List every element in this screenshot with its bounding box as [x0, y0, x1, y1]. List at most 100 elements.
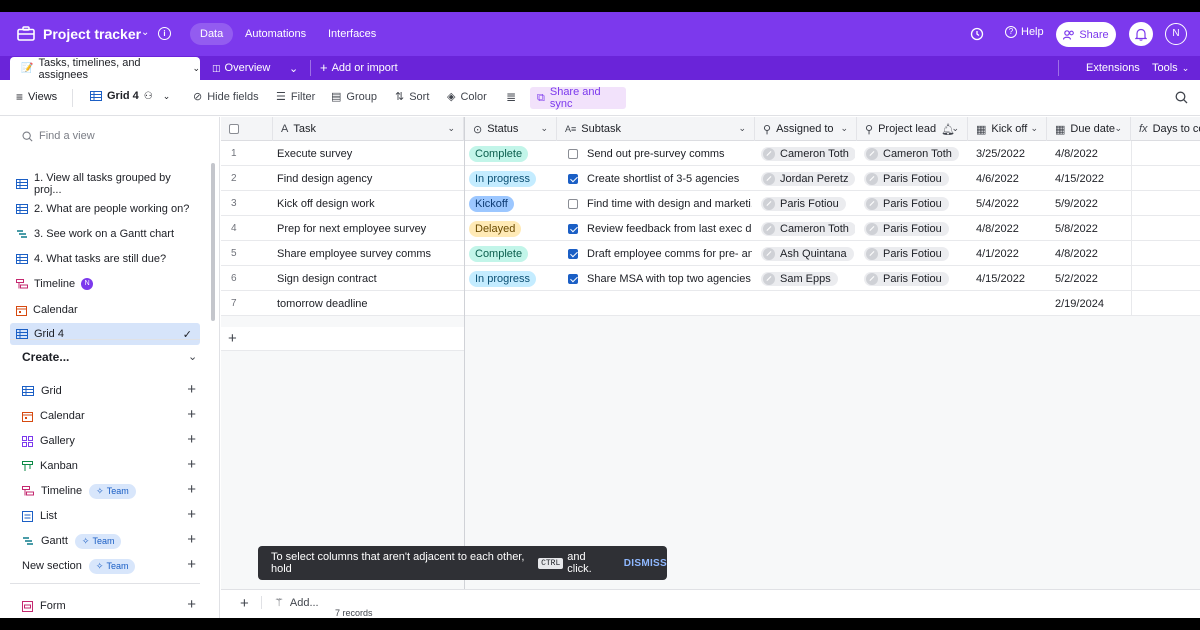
subtask-checkbox[interactable]: [568, 198, 578, 209]
table-row[interactable]: 6 Sign design contract In progress Share MS…: [221, 266, 1200, 291]
tab-interfaces[interactable]: Interfaces: [318, 23, 386, 45]
subtask-checkbox-cell[interactable]: [568, 166, 582, 191]
project-lead-cell[interactable]: Paris Fotiou: [864, 266, 964, 291]
tools-button[interactable]: Tools ⌄: [1152, 62, 1189, 74]
search-icon[interactable]: [1175, 91, 1188, 104]
kick-off-cell[interactable]: [976, 291, 1046, 316]
group-button[interactable]: ▤ Group: [331, 90, 377, 104]
sidebar-scrollbar[interactable]: [211, 163, 215, 321]
task-cell[interactable]: Prep for next employee survey: [277, 216, 462, 241]
table-tab-tasks[interactable]: 📝 Tasks, timelines, and assignees ⌄: [10, 57, 200, 81]
chevron-down-icon[interactable]: ⌄: [1030, 123, 1038, 134]
plus-icon[interactable]: +: [187, 382, 196, 398]
column-header-task[interactable]: A Task ⌄: [273, 117, 464, 141]
views-toggle-button[interactable]: ≡ Views: [16, 90, 57, 104]
sidebar-view-item[interactable]: 2. What are people working on?: [10, 198, 200, 220]
share-and-sync-button[interactable]: ⧉ Share and sync: [530, 86, 626, 110]
days-to-complete-cell[interactable]: [1131, 191, 1200, 216]
assigned-to-cell[interactable]: Ash Quintana: [761, 241, 855, 266]
plus-icon[interactable]: +: [187, 507, 196, 523]
chevron-down-icon[interactable]: ⌄: [951, 123, 959, 134]
days-to-complete-cell[interactable]: [1131, 291, 1200, 316]
days-to-complete-cell[interactable]: [1131, 166, 1200, 191]
subtask-checkbox-cell[interactable]: [568, 241, 582, 266]
history-icon[interactable]: [970, 27, 984, 41]
table-row[interactable]: 7 tomorrow deadline 2/19/2024: [221, 291, 1200, 316]
create-view-item[interactable]: Gantt ✧ Team +: [22, 531, 202, 551]
task-cell[interactable]: Sign design contract: [277, 266, 462, 291]
row-height-button[interactable]: ≣: [506, 90, 516, 104]
project-lead-cell[interactable]: Paris Fotiou: [864, 241, 964, 266]
task-cell[interactable]: Find design agency: [277, 166, 462, 191]
subtask-checkbox[interactable]: [568, 173, 578, 184]
chevron-down-icon[interactable]: ⌄: [840, 123, 848, 134]
kick-off-cell[interactable]: 3/25/2022: [976, 141, 1046, 166]
add-record-row[interactable]: +: [221, 327, 464, 351]
sidebar-view-item[interactable]: Calendar: [10, 299, 200, 321]
column-header-status[interactable]: ⊙ Status ⌄: [465, 117, 557, 141]
table-row[interactable]: 1 Execute survey Complete Send out pre-surv…: [221, 141, 1200, 166]
help-button[interactable]: ? Help: [1005, 26, 1044, 38]
assigned-to-cell[interactable]: Paris Fotiou: [761, 191, 855, 216]
create-view-item[interactable]: Calendar +: [22, 406, 202, 426]
status-cell[interactable]: Kickoff: [469, 191, 555, 216]
tab-automations[interactable]: Automations: [235, 23, 316, 45]
status-cell[interactable]: In progress: [469, 266, 555, 291]
kick-off-cell[interactable]: 4/6/2022: [976, 166, 1046, 191]
subtask-cell[interactable]: Review feedback from last exec de...: [587, 216, 752, 241]
table-row[interactable]: 3 Kick off design work Kickoff Find time wi…: [221, 191, 1200, 216]
subtask-cell[interactable]: Share MSA with top two agencies: [587, 266, 752, 291]
sidebar-view-item[interactable]: 4. What tasks are still due?: [10, 248, 200, 270]
add-or-import-button[interactable]: + Add or import: [320, 61, 398, 74]
create-view-item[interactable]: Timeline ✧ Team +: [22, 481, 202, 501]
column-header-days-to-complete[interactable]: fx Days to co: [1131, 117, 1200, 141]
subtask-cell[interactable]: Send out pre-survey comms: [587, 141, 752, 166]
table-row[interactable]: 4 Prep for next employee survey Delayed Rev…: [221, 216, 1200, 241]
info-icon[interactable]: i: [158, 27, 171, 40]
column-header-project-lead[interactable]: ⚲ Project lead 🔔︎ ⌄: [857, 117, 968, 141]
due-date-cell[interactable]: 5/2/2022: [1055, 266, 1129, 291]
select-all-cell[interactable]: [221, 117, 273, 141]
due-date-cell[interactable]: 4/8/2022: [1055, 241, 1129, 266]
status-cell[interactable]: Complete: [469, 141, 555, 166]
days-to-complete-cell[interactable]: [1131, 241, 1200, 266]
task-cell[interactable]: Execute survey: [277, 141, 462, 166]
column-header-due-date[interactable]: ▦ Due date ⌄: [1047, 117, 1131, 141]
extensions-button[interactable]: Extensions: [1086, 62, 1140, 74]
notifications-button[interactable]: [1129, 22, 1153, 46]
status-cell[interactable]: Delayed: [469, 216, 555, 241]
create-view-item[interactable]: Gallery +: [22, 431, 202, 451]
chevron-down-icon[interactable]: ⌄: [188, 350, 197, 363]
status-cell[interactable]: Complete: [469, 241, 555, 266]
assigned-to-cell[interactable]: Jordan Peretz: [761, 166, 855, 191]
subtask-cell[interactable]: Draft employee comms for pre- an...: [587, 241, 752, 266]
user-avatar[interactable]: N: [1165, 23, 1187, 45]
dismiss-button[interactable]: DISMISS: [624, 558, 667, 569]
assigned-to-cell[interactable]: Cameron Toth: [761, 141, 855, 166]
chevron-down-icon[interactable]: ⌄: [738, 123, 746, 134]
days-to-complete-cell[interactable]: [1131, 216, 1200, 241]
color-button[interactable]: ◈ Color: [447, 90, 487, 104]
subtask-checkbox[interactable]: [568, 248, 578, 259]
create-view-item[interactable]: List +: [22, 506, 202, 526]
due-date-cell[interactable]: 5/9/2022: [1055, 191, 1129, 216]
create-view-item[interactable]: New section ✧ Team +: [22, 556, 202, 576]
task-cell[interactable]: tomorrow deadline: [277, 291, 462, 316]
add-button[interactable]: ⚚ Add...: [261, 596, 319, 609]
plus-icon[interactable]: +: [228, 330, 237, 347]
chevron-down-icon[interactable]: ⌄: [447, 123, 455, 134]
base-title[interactable]: Project tracker: [43, 26, 141, 42]
create-view-item[interactable]: Form +: [22, 596, 202, 616]
status-cell[interactable]: In progress: [469, 166, 555, 191]
chevron-down-icon[interactable]: ⌄: [141, 27, 149, 38]
column-header-assigned-to[interactable]: ⚲ Assigned to ⌄: [755, 117, 857, 141]
subtask-checkbox-cell[interactable]: [568, 141, 582, 166]
days-to-complete-cell[interactable]: [1131, 141, 1200, 166]
kick-off-cell[interactable]: 4/8/2022: [976, 216, 1046, 241]
sidebar-view-item[interactable]: Timeline N: [10, 273, 200, 295]
add-record-plus-icon[interactable]: +: [240, 595, 249, 612]
select-all-checkbox[interactable]: [229, 124, 239, 134]
project-lead-cell[interactable]: Paris Fotiou: [864, 216, 964, 241]
table-row[interactable]: 2 Find design agency In progress Create sho…: [221, 166, 1200, 191]
project-lead-cell[interactable]: Cameron Toth: [864, 141, 964, 166]
